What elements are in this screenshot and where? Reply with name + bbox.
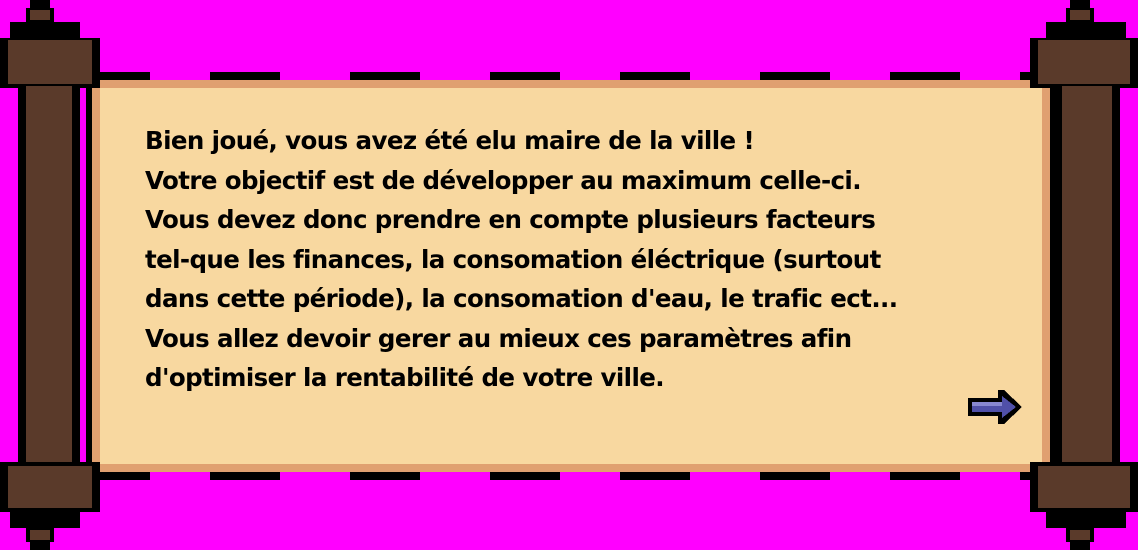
- dialog-line: dans cette période), la consomation d'ea…: [145, 284, 898, 313]
- dialog-line: tel-que les finances, la consomation élé…: [145, 244, 881, 274]
- dialog-text: Bien joué, vous avez été elu maire de la…: [145, 121, 1005, 398]
- arrow-right-icon[interactable]: [966, 388, 1024, 426]
- left-scroll-rod: [0, 0, 100, 550]
- dialog-line: d'optimiser la rentabilité de votre vill…: [145, 363, 665, 392]
- dialog-line: Votre objectif est de développer au maxi…: [145, 165, 862, 195]
- dialog-line: Bien joué, vous avez été elu maire de la…: [145, 126, 755, 155]
- dialog-line: Vous allez devoir gerer au mieux ces par…: [145, 323, 852, 353]
- dialog-line: Vous devez donc prendre en compte plusie…: [145, 205, 876, 234]
- dialog-scene: Bien joué, vous avez été elu maire de la…: [0, 0, 1138, 550]
- parchment-left-shade: [100, 100, 130, 450]
